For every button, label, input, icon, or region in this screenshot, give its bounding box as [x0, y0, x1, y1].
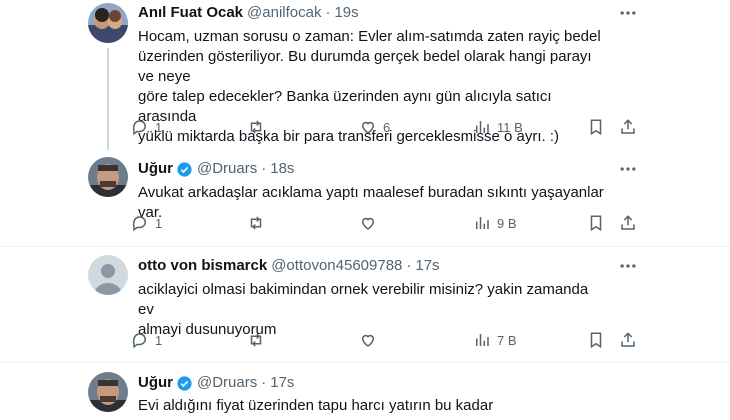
views-button[interactable]: 11 B	[473, 117, 523, 137]
avatar[interactable]	[88, 157, 128, 197]
more-options-icon[interactable]	[618, 3, 638, 23]
retweet-icon	[250, 120, 262, 134]
divider	[0, 246, 730, 247]
reply-icon	[132, 120, 146, 136]
reply-count: 1	[155, 215, 163, 231]
heart-icon	[361, 334, 375, 347]
bookmark-icon	[590, 119, 602, 136]
separator-dot: ·	[406, 257, 412, 274]
reply-icon	[132, 333, 146, 349]
reply-count: 1	[155, 332, 163, 348]
heart-icon	[361, 217, 375, 230]
divider	[0, 362, 730, 363]
share-icon	[621, 119, 635, 134]
share-button[interactable]	[619, 330, 637, 350]
reply-icon	[132, 216, 146, 232]
share-icon	[621, 215, 635, 230]
reply-button[interactable]: 1	[131, 330, 162, 350]
action-bar: 1 7 B	[131, 330, 641, 350]
share-button[interactable]	[619, 213, 637, 233]
bookmark-button[interactable]	[587, 330, 605, 350]
share-icon	[621, 332, 635, 347]
views-button[interactable]: 9 B	[473, 213, 517, 233]
author-handle[interactable]: @Druars	[197, 159, 257, 179]
tweet-header: Anıl Fuat Ocak @anilfocak · 19s	[138, 3, 359, 23]
view-count: 11 B	[497, 119, 523, 135]
bookmark-icon	[590, 332, 602, 349]
author-name[interactable]: Uğur	[138, 373, 173, 393]
timestamp[interactable]: 17s	[415, 256, 439, 276]
more-options-icon[interactable]	[618, 159, 638, 179]
like-button[interactable]: 6	[359, 117, 390, 137]
avatar[interactable]	[88, 372, 128, 412]
reply-count: 1	[155, 119, 163, 135]
retweet-button[interactable]	[247, 117, 271, 137]
bar-chart-icon	[476, 217, 489, 229]
separator-dot: ·	[261, 374, 267, 391]
view-count: 7 B	[497, 332, 517, 348]
share-button[interactable]	[619, 117, 637, 137]
verified-badge-icon	[177, 375, 192, 391]
separator-dot: ·	[261, 160, 267, 177]
bar-chart-icon	[476, 121, 489, 133]
timestamp[interactable]: 19s	[334, 3, 358, 23]
retweet-button[interactable]	[247, 330, 265, 350]
action-bar: 1 6 11 B	[131, 117, 641, 137]
reply-button[interactable]: 1	[131, 117, 162, 137]
timestamp[interactable]: 17s	[270, 373, 294, 393]
reply-button[interactable]: 1	[131, 213, 162, 233]
heart-icon	[361, 121, 375, 134]
retweet-icon	[250, 333, 262, 347]
tweet-line: üzerinden gösteriliyor. Bu durumda gerçe…	[138, 48, 592, 85]
retweet-icon	[250, 216, 262, 230]
avatar[interactable]	[88, 3, 128, 43]
more-options-icon[interactable]	[618, 256, 638, 276]
bookmark-button[interactable]	[587, 213, 605, 233]
like-button[interactable]	[359, 330, 377, 350]
author-handle[interactable]: @anilfocak	[247, 3, 321, 23]
bookmark-icon	[590, 215, 602, 232]
author-name[interactable]: otto von bismarck	[138, 256, 267, 276]
like-button[interactable]	[359, 213, 377, 233]
author-name[interactable]: Uğur	[138, 159, 173, 179]
author-handle[interactable]: @Druars	[197, 373, 257, 393]
tweet-line: Evi aldığını fiyat üzerinden tapu harcı …	[138, 397, 494, 414]
tweet-text: Evi aldığını fiyat üzerinden tapu harcı …	[138, 396, 608, 416]
tweet-header: Uğur @Druars · 17s	[138, 373, 294, 393]
thread-line	[107, 48, 109, 150]
author-name[interactable]: Anıl Fuat Ocak	[138, 3, 243, 23]
views-button[interactable]: 7 B	[473, 330, 517, 350]
tweet-line: Hocam, uzman sorusu o zaman: Evler alım-…	[138, 28, 601, 45]
bookmark-button[interactable]	[587, 117, 605, 137]
bar-chart-icon	[476, 334, 489, 346]
separator-dot: ·	[325, 4, 331, 21]
view-count: 9 B	[497, 215, 517, 231]
avatar[interactable]	[88, 255, 128, 295]
like-count: 6	[383, 119, 391, 135]
tweet-line: aciklayici olmasi bakimindan ornek vereb…	[138, 281, 589, 318]
timestamp[interactable]: 18s	[270, 159, 294, 179]
author-handle[interactable]: @ottovon45609788	[271, 256, 402, 276]
tweet-header: Uğur @Druars · 18s	[138, 159, 294, 179]
tweet-header: otto von bismarck @ottovon45609788 · 17s	[138, 256, 440, 276]
retweet-button[interactable]	[247, 213, 265, 233]
action-bar: 1 9 B	[131, 213, 641, 233]
verified-badge-icon	[177, 161, 192, 177]
